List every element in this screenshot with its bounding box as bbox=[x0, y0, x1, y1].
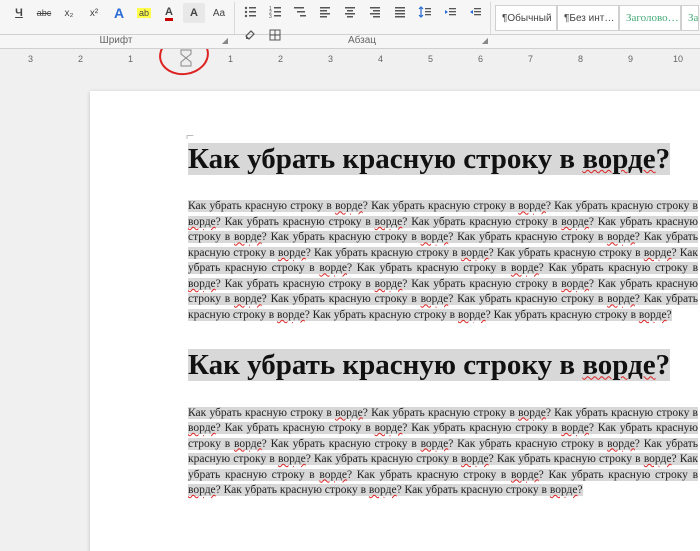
ribbon-labels: Шрифт ◢ Абзац ◢ bbox=[0, 35, 700, 49]
font-color-button[interactable]: A bbox=[158, 3, 180, 23]
change-case-button[interactable]: Aa bbox=[208, 3, 230, 23]
increase-indent-button[interactable] bbox=[464, 2, 486, 22]
body-paragraph-2: Как убрать красную строку в ворде? Как у… bbox=[188, 406, 698, 499]
svg-text:3: 3 bbox=[269, 14, 272, 19]
ribbon: Ч abc x₂ x² A ab A A Aa 123 bbox=[0, 0, 700, 35]
paragraph-dialog-launcher-icon[interactable]: ◢ bbox=[482, 36, 488, 45]
font-group-label: Шрифт ◢ bbox=[0, 35, 232, 48]
justify-button[interactable] bbox=[389, 2, 411, 22]
char-shading-button[interactable]: A bbox=[183, 3, 205, 23]
font-dialog-launcher-icon[interactable]: ◢ bbox=[222, 36, 228, 45]
bullets-button[interactable] bbox=[239, 2, 261, 22]
style-nospacing[interactable]: ¶ Без инт… bbox=[557, 5, 619, 31]
align-right-button[interactable] bbox=[364, 2, 386, 22]
style-heading1[interactable]: Заголово… bbox=[619, 5, 681, 31]
multilevel-list-button[interactable] bbox=[289, 2, 311, 22]
horizontal-ruler[interactable]: 3 2 1 1 2 3 4 5 6 7 8 9 10 bbox=[0, 49, 700, 69]
paragraph-group-label: Абзац ◢ bbox=[232, 35, 492, 48]
decrease-indent-button[interactable] bbox=[439, 2, 461, 22]
heading-1: Как убрать красную строку в ворде? bbox=[188, 141, 698, 177]
underline-button[interactable]: Ч bbox=[8, 3, 30, 23]
align-center-button[interactable] bbox=[339, 2, 361, 22]
superscript-button[interactable]: x² bbox=[83, 3, 105, 23]
first-line-indent-marker[interactable] bbox=[180, 49, 192, 72]
workspace: 3 2 1 1 2 3 4 5 6 7 8 9 10 ⌐ Как убрать … bbox=[0, 49, 700, 551]
align-left-button[interactable] bbox=[314, 2, 336, 22]
body-paragraph-1: Как убрать красную строку в ворде? Как у… bbox=[188, 199, 698, 323]
subscript-button[interactable]: x₂ bbox=[58, 3, 80, 23]
style-normal[interactable]: ¶ Обычный bbox=[495, 5, 557, 31]
document-page[interactable]: ⌐ Как убрать красную строку в ворде? Как… bbox=[90, 91, 700, 551]
style-heading2[interactable]: За bbox=[681, 5, 699, 31]
linespacing-button[interactable] bbox=[414, 2, 436, 22]
highlight-button[interactable]: ab bbox=[133, 3, 155, 23]
strikethrough-button[interactable]: abc bbox=[33, 3, 55, 23]
numbering-button[interactable]: 123 bbox=[264, 2, 286, 22]
heading-2: Как убрать красную строку в ворде? bbox=[188, 347, 698, 383]
text-cursor-icon: ⌐ bbox=[186, 127, 196, 141]
styles-gallery[interactable]: ¶ Обычный ¶ Без инт… Заголово… За bbox=[491, 2, 700, 34]
text-effects-button[interactable]: A bbox=[108, 3, 130, 23]
